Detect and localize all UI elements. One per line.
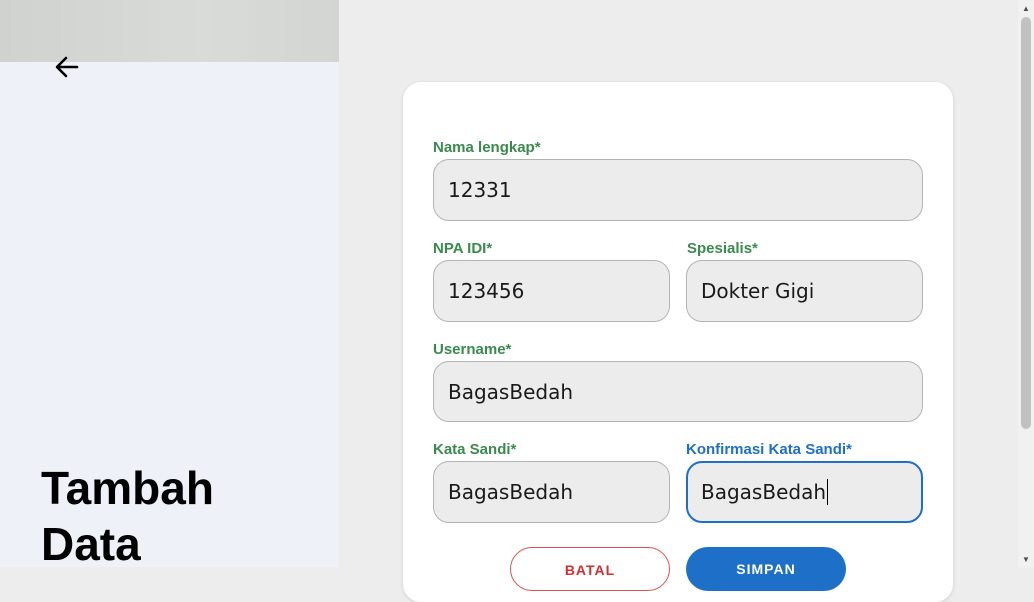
save-button-label: SIMPAN — [736, 561, 796, 577]
scrollbar-thumb[interactable] — [1021, 17, 1031, 429]
nama-lengkap-label: Nama lengkap* — [433, 139, 541, 156]
spesialis-value: Dokter Gigi — [701, 279, 815, 303]
konfirmasi-kata-sandi-field[interactable]: BagasBedah — [686, 461, 923, 523]
konfirmasi-kata-sandi-value: BagasBedah — [701, 480, 826, 504]
nama-lengkap-field[interactable]: 12331 — [433, 159, 923, 221]
username-label: Username* — [433, 341, 512, 358]
text-caret — [827, 479, 828, 505]
npa-idi-value: 123456 — [448, 279, 525, 303]
page-title-line1: Tambah — [41, 462, 214, 514]
vertical-scrollbar[interactable]: ▲ ▼ — [1018, 0, 1034, 567]
back-button[interactable] — [52, 52, 82, 82]
kata-sandi-value: BagasBedah — [448, 480, 573, 504]
nama-lengkap-value: 12331 — [448, 178, 512, 202]
username-field[interactable]: BagasBedah — [433, 361, 923, 422]
kata-sandi-field[interactable]: BagasBedah — [433, 461, 670, 523]
cancel-button[interactable]: BATAL — [510, 547, 670, 591]
npa-idi-field[interactable]: 123456 — [433, 260, 670, 322]
scroll-down-arrow-icon[interactable]: ▼ — [1018, 551, 1034, 567]
arrow-left-icon — [55, 56, 79, 78]
page-title-line2: Data — [41, 518, 141, 567]
konfirmasi-kata-sandi-label: Konfirmasi Kata Sandi* — [686, 441, 852, 458]
save-button[interactable]: SIMPAN — [686, 547, 846, 591]
username-value: BagasBedah — [448, 379, 573, 404]
kata-sandi-label: Kata Sandi* — [433, 441, 517, 458]
cancel-button-label: BATAL — [564, 562, 616, 578]
page-title: Tambah Data — [41, 460, 301, 567]
scroll-up-arrow-icon[interactable]: ▲ — [1018, 0, 1034, 16]
spesialis-label: Spesialis* — [687, 240, 758, 257]
spesialis-field[interactable]: Dokter Gigi — [686, 260, 923, 322]
left-panel: Tambah Data — [0, 0, 339, 567]
header-banner — [0, 0, 339, 62]
npa-idi-label: NPA IDI* — [433, 240, 493, 257]
